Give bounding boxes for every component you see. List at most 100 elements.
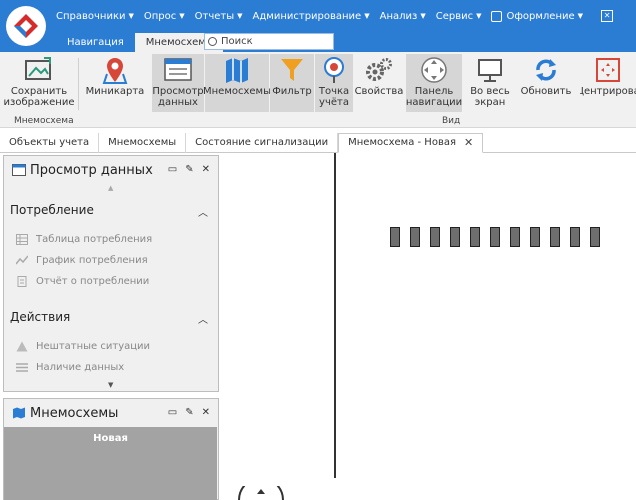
tab-metering-objects[interactable]: Объекты учета <box>0 133 100 153</box>
center-button[interactable]: Центрирова <box>580 54 636 112</box>
mnemoscheme-canvas[interactable] <box>221 153 636 500</box>
metering-point-button[interactable]: Точка учёта <box>315 54 353 112</box>
view-data-panel: Просмотр данных ▭ ✎ ✕ ▲ Потребление ︿ Та… <box>3 155 219 392</box>
warning-icon <box>16 341 28 352</box>
close-tab-icon[interactable]: ✕ <box>464 133 473 153</box>
element-group <box>390 227 600 247</box>
mnemo-list-item[interactable]: Новая <box>4 427 217 500</box>
panel-title: Просмотр данных <box>30 162 153 178</box>
scheme-element[interactable] <box>410 227 420 247</box>
properties-label: Свойства <box>354 86 404 97</box>
monitor-icon <box>475 56 505 84</box>
scheme-element[interactable] <box>450 227 460 247</box>
report-icon <box>16 276 28 287</box>
view-data-icon <box>163 56 193 84</box>
mnemos-button[interactable]: Мнемосхемы <box>203 54 271 112</box>
gear-icon <box>364 56 394 84</box>
refresh-icon <box>531 56 561 84</box>
view-data-icon <box>12 164 26 176</box>
fullscreen-button[interactable]: Во весь экран <box>468 54 512 112</box>
save-image-icon <box>24 56 54 84</box>
section-actions[interactable]: Действия <box>10 310 70 324</box>
tab-mnemoschemes[interactable]: Мнемосхемы <box>99 133 187 153</box>
tab-mnemoscheme-new[interactable]: Мнемосхема - Новая ✕ <box>338 133 484 153</box>
list-item-data-availability[interactable]: Наличие данных <box>16 362 124 373</box>
scheme-element[interactable] <box>430 227 440 247</box>
menu-polling[interactable]: Опрос ▼ <box>144 11 185 22</box>
pin-icon[interactable]: ✕ <box>601 10 614 22</box>
filter-label: Фильтр <box>272 86 312 97</box>
menu-administration[interactable]: Администрирование ▼ <box>253 11 370 22</box>
scheme-element[interactable] <box>390 227 400 247</box>
tab-alarm-state[interactable]: Состояние сигнализации <box>186 133 339 153</box>
menu-service[interactable]: Сервис ▼ <box>436 11 482 22</box>
scheme-element[interactable] <box>590 227 600 247</box>
menu-reports[interactable]: Отчеты ▼ <box>195 11 243 22</box>
scroll-down-icon[interactable]: ▼ <box>108 381 113 389</box>
search-placeholder: Поиск <box>221 36 253 47</box>
nav-panel-icon <box>419 56 449 84</box>
group-label-view: Вид <box>442 116 461 126</box>
app-logo[interactable] <box>6 6 46 46</box>
scheme-element[interactable] <box>550 227 560 247</box>
navigation-control-icon[interactable] <box>235 486 287 500</box>
save-image-button[interactable]: Сохранить изображение <box>3 54 75 112</box>
document-tabs: Объекты учета Мнемосхемы Состояние сигна… <box>0 133 636 153</box>
logo-icon <box>14 14 38 38</box>
search-icon <box>208 37 217 46</box>
nav-panel-button[interactable]: Панель навигации <box>406 54 462 112</box>
ribbon: Сохранить изображение Мнемосхема Миникар… <box>0 52 636 128</box>
save-image-label: Сохранить изображение <box>3 86 75 108</box>
close-icon[interactable]: ✕ <box>202 164 210 175</box>
search-input[interactable]: Поиск <box>204 33 334 50</box>
scheme-element[interactable] <box>510 227 520 247</box>
canvas-divider <box>334 153 336 478</box>
panel-controls: ▭ ✎ ✕ <box>160 407 210 418</box>
center-icon <box>593 56 623 84</box>
collapse-icon[interactable]: ︿ <box>198 204 208 219</box>
ribbon-separator <box>78 58 79 110</box>
theme-icon <box>491 10 503 22</box>
panel-title: Мнемосхемы <box>30 405 119 421</box>
pin-icon[interactable]: ✎ <box>185 164 193 175</box>
refresh-label: Обновить <box>520 86 572 97</box>
minimize-icon[interactable]: ▭ <box>168 164 177 175</box>
mnemo-item-label: Новая <box>93 433 128 444</box>
map-icon <box>222 56 252 84</box>
menu-directories[interactable]: Справочники ▼ <box>56 11 134 22</box>
menu-analysis[interactable]: Анализ ▼ <box>380 11 426 22</box>
close-icon[interactable]: ✕ <box>202 407 210 418</box>
properties-button[interactable]: Свойства <box>354 54 404 112</box>
tab-navigation[interactable]: Навигация <box>56 33 135 52</box>
scheme-element[interactable] <box>490 227 500 247</box>
view-data-label: Просмотр данных <box>152 86 204 108</box>
scheme-element[interactable] <box>530 227 540 247</box>
mnemos-label: Мнемосхемы <box>203 86 271 97</box>
pin-icon[interactable]: ✎ <box>185 407 193 418</box>
fullscreen-label: Во весь экран <box>470 86 510 108</box>
scheme-element[interactable] <box>570 227 580 247</box>
scroll-up-icon[interactable]: ▲ <box>108 184 113 192</box>
center-label: Центрирова <box>580 86 636 97</box>
minimap-button[interactable]: Миникарта <box>84 54 146 112</box>
metering-point-icon <box>319 56 349 84</box>
nav-panel-label: Панель навигации <box>405 86 463 108</box>
section-consumption[interactable]: Потребление <box>10 203 94 217</box>
minimize-icon[interactable]: ▭ <box>168 407 177 418</box>
collapse-icon[interactable]: ︿ <box>198 311 208 326</box>
list-item-consumption-chart[interactable]: График потребления <box>15 255 148 266</box>
scheme-element[interactable] <box>470 227 480 247</box>
main-menu: Справочники ▼ Опрос ▼ Отчеты ▼ Администриро… <box>56 8 614 24</box>
chart-icon <box>15 255 29 266</box>
table-icon <box>16 234 28 245</box>
refresh-button[interactable]: Обновить <box>518 54 574 112</box>
filter-button[interactable]: Фильтр <box>270 54 314 112</box>
view-data-button[interactable]: Просмотр данных <box>152 54 204 112</box>
list-item-consumption-table[interactable]: Таблица потребления <box>16 234 152 245</box>
list-item-emergency[interactable]: Нештатные ситуации <box>16 341 150 352</box>
minimap-icon <box>100 56 130 84</box>
ribbon-tabs: Навигация Мнемосхема <box>56 33 223 52</box>
list-item-consumption-report[interactable]: Отчёт о потреблении <box>16 276 149 287</box>
minimap-label: Миникарта <box>85 86 145 97</box>
menu-theme[interactable]: Оформление ▼ <box>491 10 583 22</box>
